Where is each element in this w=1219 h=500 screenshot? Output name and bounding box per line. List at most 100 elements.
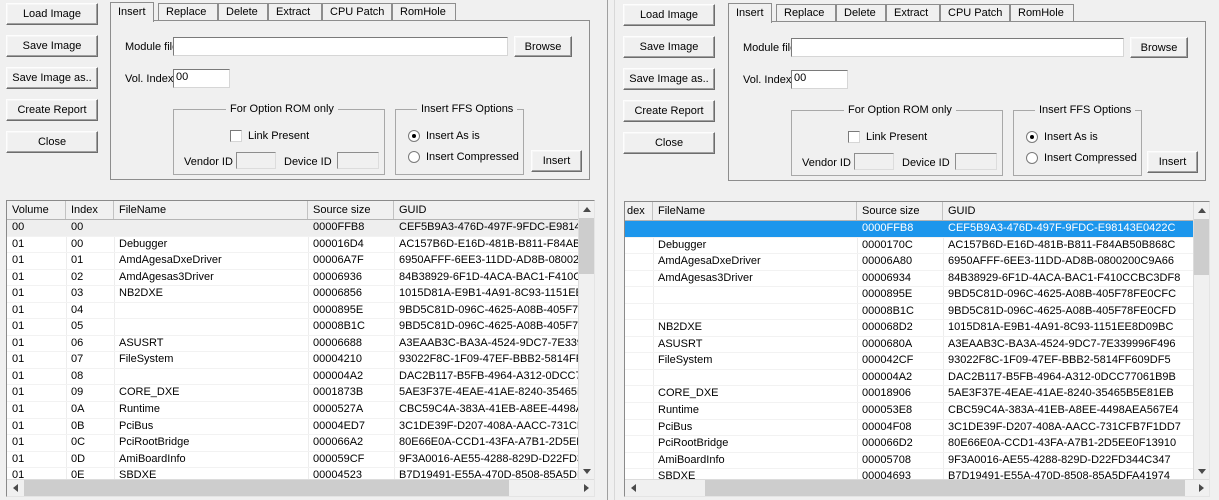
create-report-button[interactable]: Create Report — [6, 99, 98, 121]
left-hscroll-thumb[interactable] — [24, 480, 509, 496]
left-col-volume[interactable]: Volume — [7, 201, 66, 219]
close-button[interactable]: Close — [6, 131, 98, 153]
table-row[interactable]: 01 00 Debugger 000016D4 AC157B6D-E16D-481B-B… — [7, 237, 594, 254]
insert-button[interactable]: Insert — [531, 150, 582, 172]
chevron-right-icon-right[interactable] — [1193, 480, 1209, 496]
link-present-checkbox[interactable] — [230, 130, 242, 142]
table-row[interactable]: 0000895E 9BD5C81D-096C-4625-A08B-405F78FE… — [625, 287, 1209, 304]
table-row[interactable]: PciBus 00004F08 3C1DE39F-D207-408A-AACC-73… — [625, 420, 1209, 437]
table-row[interactable]: CORE_DXE 00018906 5AE3F37E-4EAE-41AE-8240-… — [625, 386, 1209, 404]
vol-index-input-right[interactable]: 00 — [791, 70, 848, 89]
tab-romhole[interactable]: RomHole — [392, 3, 456, 21]
save-image-as-button-right[interactable]: Save Image as.. — [623, 68, 715, 90]
table-row[interactable]: 01 07 FileSystem 00004210 93022F8C-1F09-47EF… — [7, 352, 594, 369]
save-image-button-right[interactable]: Save Image — [623, 36, 715, 58]
table-row[interactable]: NB2DXE 000068D2 1015D81A-E9B1-4A91-8C93-11… — [625, 320, 1209, 337]
table-row[interactable]: 01 0C PciRootBridge 000066A2 80E66E0A-CCD1-4… — [7, 435, 594, 452]
table-row[interactable]: 01 01 AmdAgesaDxeDriver 00006A7F 6950AFFF-6E… — [7, 253, 594, 270]
close-button-right[interactable]: Close — [623, 132, 715, 154]
left-horizontal-scrollbar[interactable] — [7, 479, 594, 496]
chevron-up-icon-right[interactable] — [1194, 202, 1209, 218]
table-row[interactable]: AmdAgesaDxeDriver 00006A80 6950AFFF-6EE3-1… — [625, 254, 1209, 271]
tab-cpu-patch[interactable]: CPU Patch — [322, 3, 392, 21]
table-row[interactable]: AmdAgesas3Driver 00006934 84B38929-6F1D-4A… — [625, 271, 1209, 288]
tab-delete[interactable]: Delete — [218, 3, 268, 21]
chevron-down-icon-right[interactable] — [1194, 463, 1209, 479]
save-image-as-button[interactable]: Save Image as.. — [6, 67, 98, 89]
device-id-input-right[interactable] — [955, 153, 997, 170]
table-row[interactable]: 00008B1C 9BD5C81D-096C-4625-A08B-405F78FE… — [625, 304, 1209, 321]
table-row[interactable]: Runtime 000053E8 CBC59C4A-383A-41EB-A8EE-4… — [625, 403, 1209, 420]
table-row[interactable]: 000004A2 DAC2B117-B5FB-4964-A312-0DCC7706… — [625, 370, 1209, 387]
left-col-index[interactable]: Index — [66, 201, 114, 219]
insert-as-is-radio[interactable] — [408, 130, 420, 142]
device-id-input[interactable] — [337, 152, 379, 169]
right-col-filename[interactable]: FileName — [653, 202, 857, 220]
right-col-source-size[interactable]: Source size — [857, 202, 943, 220]
insert-as-is-radio-right[interactable] — [1026, 131, 1038, 143]
table-row[interactable]: 01 0B PciBus 00004ED7 3C1DE39F-D207-408A-AAC… — [7, 419, 594, 436]
table-row[interactable]: 01 04 0000895E 9BD5C81D-096C-4625-A08B-405F… — [7, 303, 594, 320]
right-horizontal-scrollbar[interactable] — [625, 479, 1209, 496]
vendor-id-input-right[interactable] — [854, 153, 894, 170]
left-table-body[interactable]: 00 00 0000FFB8 CEF5B9A3-476D-497F-9FDC-E981… — [7, 220, 594, 479]
left-vertical-scrollbar[interactable] — [578, 201, 594, 479]
chevron-up-icon[interactable] — [579, 201, 594, 217]
browse-button-right[interactable]: Browse — [1130, 37, 1188, 58]
left-module-table[interactable]: Volume Index FileName Source size GUID 0… — [6, 200, 595, 497]
vol-index-input[interactable]: 00 — [173, 69, 230, 88]
right-hscroll-thumb[interactable] — [705, 480, 1185, 496]
tab-replace[interactable]: Replace — [158, 3, 218, 21]
module-file-input[interactable] — [173, 37, 508, 56]
insert-compressed-radio[interactable] — [408, 151, 420, 163]
create-report-button-right[interactable]: Create Report — [623, 100, 715, 122]
browse-button[interactable]: Browse — [514, 36, 572, 57]
table-row[interactable]: 01 0D AmiBoardInfo 000059CF 9F3A0016-AE55-42… — [7, 452, 594, 469]
vendor-id-input[interactable] — [236, 152, 276, 169]
left-col-guid[interactable]: GUID — [394, 201, 579, 219]
load-image-button[interactable]: Load Image — [6, 3, 98, 25]
tab-romhole-right[interactable]: RomHole — [1010, 4, 1074, 22]
tab-cpu-patch-right[interactable]: CPU Patch — [940, 4, 1010, 22]
chevron-left-icon[interactable] — [7, 480, 23, 496]
table-row[interactable]: 01 03 NB2DXE 00006856 1015D81A-E9B1-4A91-8C9… — [7, 286, 594, 303]
tab-delete-right[interactable]: Delete — [836, 4, 886, 22]
left-col-filename[interactable]: FileName — [114, 201, 308, 219]
table-row[interactable]: PciRootBridge 000066D2 80E66E0A-CCD1-43FA-… — [625, 436, 1209, 453]
table-row[interactable]: Debugger 0000170C AC157B6D-E16D-481B-B811-… — [625, 238, 1209, 255]
tab-extract-right[interactable]: Extract — [886, 4, 940, 22]
left-col-source-size[interactable]: Source size — [308, 201, 394, 219]
right-vscroll-thumb[interactable] — [1194, 219, 1209, 275]
load-image-button-right[interactable]: Load Image — [623, 4, 715, 26]
table-row[interactable]: 01 0E SBDXE 00004523 B7D19491-E55A-470D-8508… — [7, 468, 594, 479]
table-row[interactable]: SBDXE 00004693 B7D19491-E55A-470D-8508-85A… — [625, 469, 1209, 479]
tab-extract[interactable]: Extract — [268, 3, 322, 21]
table-row[interactable]: 00 00 0000FFB8 CEF5B9A3-476D-497F-9FDC-E981… — [7, 220, 594, 237]
table-row[interactable]: 01 02 AmdAgesas3Driver 00006936 84B38929-6F1… — [7, 270, 594, 287]
right-vertical-scrollbar[interactable] — [1193, 202, 1209, 479]
right-module-table[interactable]: dex FileName Source size GUID 0000FFB8 CE… — [624, 201, 1210, 497]
table-row[interactable]: 01 06 ASUSRT 00006688 A3EAAB3C-BA3A-4524-9DC… — [7, 336, 594, 353]
tab-insert[interactable]: Insert — [110, 2, 154, 22]
right-col-guid[interactable]: GUID — [943, 202, 1195, 220]
table-row[interactable]: 01 0A Runtime 0000527A CBC59C4A-383A-41EB-A8… — [7, 402, 594, 419]
tab-replace-right[interactable]: Replace — [776, 4, 836, 22]
right-col-index[interactable]: dex — [625, 202, 653, 220]
save-image-button[interactable]: Save Image — [6, 35, 98, 57]
table-row[interactable]: 01 05 00008B1C 9BD5C81D-096C-4625-A08B-405F… — [7, 319, 594, 336]
left-vscroll-thumb[interactable] — [579, 218, 594, 274]
table-row[interactable]: 01 08 000004A2 DAC2B117-B5FB-4964-A312-0DCC… — [7, 369, 594, 386]
right-table-body[interactable]: 0000FFB8 CEF5B9A3-476D-497F-9FDC-E98143E0… — [625, 221, 1209, 479]
tab-insert-right[interactable]: Insert — [728, 3, 772, 23]
table-row[interactable]: ASUSRT 0000680A A3EAAB3C-BA3A-4524-9DC7-7E… — [625, 337, 1209, 354]
table-row[interactable]: 01 09 CORE_DXE 0001873B 5AE3F37E-4EAE-41AE-8… — [7, 385, 594, 403]
table-row[interactable]: 0000FFB8 CEF5B9A3-476D-497F-9FDC-E98143E0… — [625, 221, 1209, 238]
chevron-right-icon[interactable] — [578, 480, 594, 496]
chevron-down-icon[interactable] — [579, 463, 594, 479]
insert-button-right[interactable]: Insert — [1147, 151, 1198, 173]
table-row[interactable]: AmiBoardInfo 00005708 9F3A0016-AE55-4288-8… — [625, 453, 1209, 470]
insert-compressed-radio-right[interactable] — [1026, 152, 1038, 164]
module-file-input-right[interactable] — [791, 38, 1124, 57]
table-row[interactable]: FileSystem 000042CF 93022F8C-1F09-47EF-BBB… — [625, 353, 1209, 370]
chevron-left-icon-right[interactable] — [625, 480, 641, 496]
